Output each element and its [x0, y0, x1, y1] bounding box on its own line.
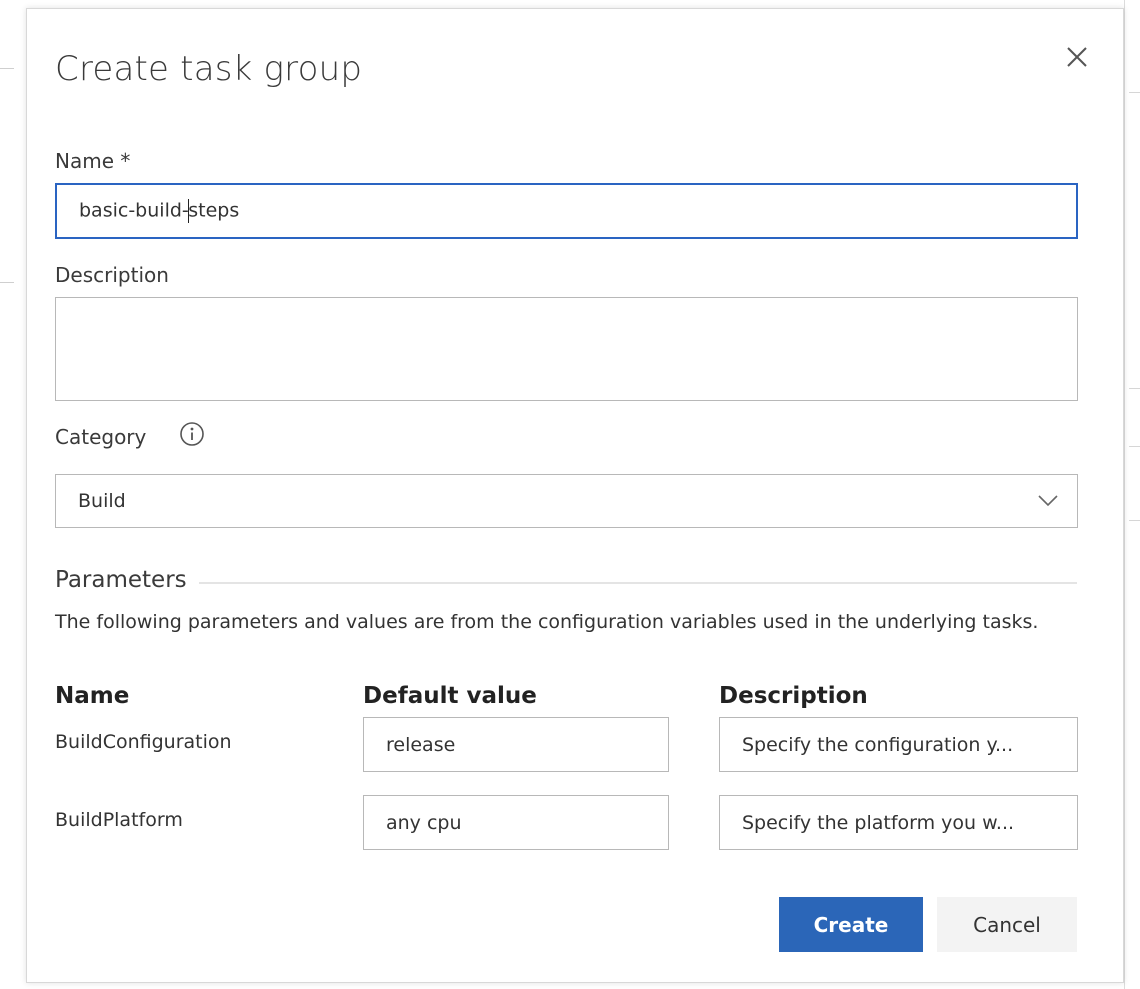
- create-task-group-dialog: Create task group Name * basic-build-ste…: [26, 8, 1124, 983]
- background-page-left: [0, 0, 26, 989]
- name-input-value: basic-build-steps: [79, 199, 240, 223]
- default-value-input[interactable]: release: [363, 717, 669, 772]
- name-label: Name *: [55, 149, 131, 173]
- parameter-description-input[interactable]: Specify the configuration y...: [719, 717, 1078, 772]
- background-page-right: [1124, 0, 1140, 989]
- parameter-description-text: Specify the configuration y...: [742, 733, 1014, 756]
- default-value-input[interactable]: any cpu: [363, 795, 669, 850]
- column-header-default-value: Default value: [363, 683, 537, 709]
- description-label: Description: [55, 263, 169, 287]
- column-header-description: Description: [719, 683, 868, 709]
- parameter-name: BuildPlatform: [55, 809, 183, 831]
- column-header-name: Name: [55, 683, 130, 709]
- cancel-button[interactable]: Cancel: [937, 897, 1077, 952]
- parameters-section-title: Parameters: [55, 567, 187, 593]
- section-divider: [199, 582, 1077, 584]
- parameter-description-input[interactable]: Specify the platform you w...: [719, 795, 1078, 850]
- close-icon[interactable]: [1063, 43, 1091, 71]
- dialog-title: Create task group: [55, 49, 363, 89]
- name-input[interactable]: basic-build-steps: [55, 183, 1078, 239]
- parameter-description-text: Specify the platform you w...: [742, 811, 1015, 834]
- parameter-name: BuildConfiguration: [55, 731, 232, 753]
- description-textarea[interactable]: [55, 297, 1078, 401]
- create-button[interactable]: Create: [779, 897, 923, 952]
- default-value-text: any cpu: [386, 811, 462, 834]
- category-selected-value: Build: [78, 490, 126, 512]
- parameters-description: The following parameters and values are …: [55, 611, 1039, 633]
- default-value-text: release: [386, 733, 456, 756]
- category-label: Category: [55, 425, 147, 449]
- info-icon[interactable]: [179, 421, 205, 447]
- category-dropdown[interactable]: Build: [55, 474, 1078, 528]
- chevron-down-icon: [1038, 495, 1058, 507]
